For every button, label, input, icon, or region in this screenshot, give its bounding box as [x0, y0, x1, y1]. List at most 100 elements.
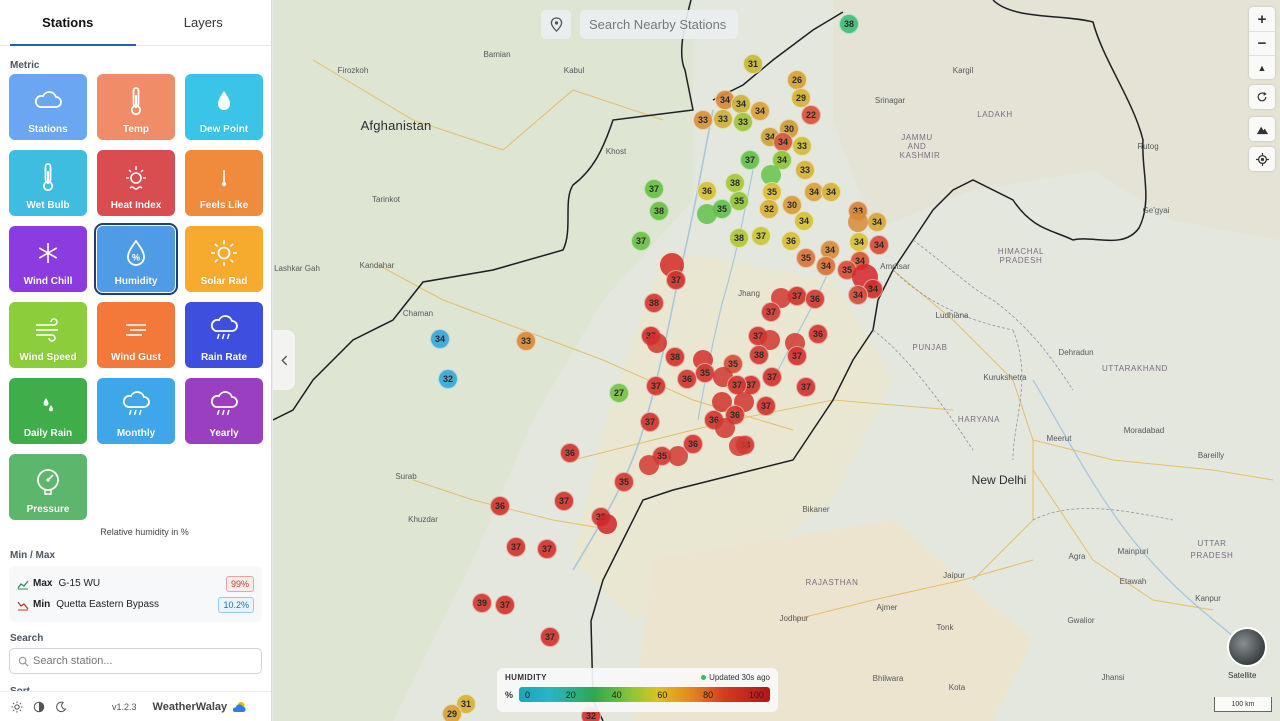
station-marker[interactable]: 37 — [796, 377, 816, 397]
station-marker[interactable] — [697, 204, 717, 224]
station-marker[interactable]: 37 — [762, 367, 782, 387]
station-marker[interactable]: 36 — [490, 496, 510, 516]
metric-stations-button[interactable]: Stations — [9, 74, 87, 140]
station-marker[interactable]: 36 — [805, 289, 825, 309]
station-marker[interactable]: 38 — [729, 228, 749, 248]
station-marker[interactable]: 38 — [749, 345, 769, 365]
metric-wet-bulb-button[interactable]: Wet Bulb — [9, 150, 87, 216]
station-marker[interactable] — [729, 436, 749, 456]
station-marker[interactable]: 36 — [808, 324, 828, 344]
station-marker[interactable]: 37 — [666, 270, 686, 290]
metric-dew-point-button[interactable]: Dew Point — [185, 74, 263, 140]
station-marker[interactable]: 34 — [867, 212, 887, 232]
station-marker[interactable]: 33 — [693, 110, 713, 130]
refresh-button[interactable] — [1249, 85, 1275, 109]
station-marker[interactable]: 35 — [729, 191, 749, 211]
compass-button[interactable]: ▲ — [1249, 55, 1275, 79]
metric-humidity-button[interactable]: % Humidity — [94, 223, 178, 295]
station-marker[interactable]: 37 — [646, 376, 666, 396]
station-marker[interactable]: 32 — [759, 199, 779, 219]
station-marker[interactable]: 38 — [649, 201, 669, 221]
station-marker[interactable]: 38 — [839, 14, 859, 34]
min-row[interactable]: Min Quetta Eastern Bypass 10.2% — [17, 594, 254, 615]
dark-theme-icon[interactable] — [54, 700, 68, 714]
tab-stations[interactable]: Stations — [0, 0, 136, 46]
station-marker[interactable]: 37 — [761, 302, 781, 322]
station-marker[interactable]: 39 — [472, 593, 492, 613]
station-marker[interactable]: 37 — [740, 150, 760, 170]
station-marker[interactable]: 37 — [506, 537, 526, 557]
collapse-sidebar-button[interactable] — [273, 330, 295, 390]
station-marker[interactable]: 34 — [773, 132, 793, 152]
station-marker[interactable]: 34 — [816, 256, 836, 276]
geolocate-button[interactable] — [1249, 147, 1275, 171]
zoom-in-button[interactable]: + — [1249, 7, 1275, 31]
zoom-out-button[interactable]: − — [1249, 31, 1275, 55]
station-marker[interactable]: 36 — [697, 181, 717, 201]
station-marker[interactable]: 34 — [794, 211, 814, 231]
metric-wind-gust-button[interactable]: Wind Gust — [97, 302, 175, 368]
station-marker[interactable]: 38 — [644, 293, 664, 313]
metric-heat-index-button[interactable]: Heat Index — [97, 150, 175, 216]
station-marker[interactable]: 35 — [695, 363, 715, 383]
station-marker[interactable]: 36 — [677, 369, 697, 389]
station-marker[interactable]: 36 — [683, 434, 703, 454]
station-marker[interactable]: 37 — [554, 491, 574, 511]
station-marker[interactable]: 37 — [644, 179, 664, 199]
station-marker[interactable]: 33 — [516, 331, 536, 351]
station-marker[interactable]: 37 — [787, 346, 807, 366]
station-marker[interactable]: 31 — [743, 54, 763, 74]
station-search-input[interactable] — [33, 655, 233, 667]
metric-wind-chill-button[interactable]: Wind Chill — [9, 226, 87, 292]
station-marker[interactable]: 34 — [821, 182, 841, 202]
station-marker[interactable]: 22 — [801, 105, 821, 125]
map-view[interactable]: Afghanistan New Delhi Bamian Kabul Firozkoh K… — [273, 0, 1280, 721]
metric-rain-rate-button[interactable]: Rain Rate — [185, 302, 263, 368]
station-marker[interactable]: 33 — [795, 160, 815, 180]
station-marker[interactable]: 34 — [848, 285, 868, 305]
station-marker[interactable]: 36 — [781, 231, 801, 251]
metric-solar-rad-button[interactable]: Solar Rad — [185, 226, 263, 292]
station-marker[interactable]: 37 — [751, 226, 771, 246]
station-marker[interactable]: 37 — [537, 539, 557, 559]
station-marker[interactable]: 35 — [796, 248, 816, 268]
nearby-search-input[interactable]: Search Nearby Stations — [580, 10, 738, 39]
station-marker[interactable] — [715, 418, 735, 438]
satellite-toggle-button[interactable] — [1227, 627, 1267, 667]
station-marker[interactable]: 37 — [631, 231, 651, 251]
locate-button[interactable] — [541, 10, 571, 39]
tab-layers[interactable]: Layers — [136, 0, 272, 45]
station-marker[interactable]: 33 — [713, 109, 733, 129]
metric-feels-like-button[interactable]: Feels Like — [185, 150, 263, 216]
station-marker[interactable]: 32 — [438, 369, 458, 389]
station-marker[interactable]: 37 — [540, 627, 560, 647]
station-marker[interactable]: 37 — [640, 412, 660, 432]
station-marker[interactable]: 35 — [614, 472, 634, 492]
light-theme-icon[interactable] — [10, 700, 24, 714]
terrain-button[interactable] — [1249, 117, 1275, 141]
metric-daily-rain-button[interactable]: Daily Rain — [9, 378, 87, 444]
station-marker[interactable]: 37 — [756, 396, 776, 416]
max-row[interactable]: Max G-15 WU 99% — [17, 573, 254, 594]
station-marker[interactable]: 34 — [849, 232, 869, 252]
station-marker[interactable] — [639, 455, 659, 475]
station-marker[interactable] — [848, 212, 868, 232]
brand-name[interactable]: WeatherWalay — [153, 701, 228, 713]
metric-monthly-button[interactable]: Monthly — [97, 378, 175, 444]
station-marker[interactable]: 27 — [609, 383, 629, 403]
station-marker[interactable]: 38 — [725, 173, 745, 193]
station-marker[interactable] — [647, 333, 667, 353]
metric-pressure-button[interactable]: Pressure — [9, 454, 87, 520]
station-marker[interactable]: 29 — [442, 704, 462, 721]
station-marker[interactable]: 26 — [787, 70, 807, 90]
station-marker[interactable]: 34 — [750, 101, 770, 121]
station-marker[interactable]: 33 — [792, 136, 812, 156]
metric-temp-button[interactable]: Temp — [97, 74, 175, 140]
metric-yearly-button[interactable]: Yearly — [185, 378, 263, 444]
station-marker[interactable]: 34 — [731, 94, 751, 114]
station-marker[interactable]: 34 — [430, 329, 450, 349]
station-marker[interactable]: 34 — [869, 235, 889, 255]
station-marker[interactable]: 33 — [733, 112, 753, 132]
auto-theme-icon[interactable] — [32, 700, 46, 714]
station-marker[interactable] — [597, 514, 617, 534]
